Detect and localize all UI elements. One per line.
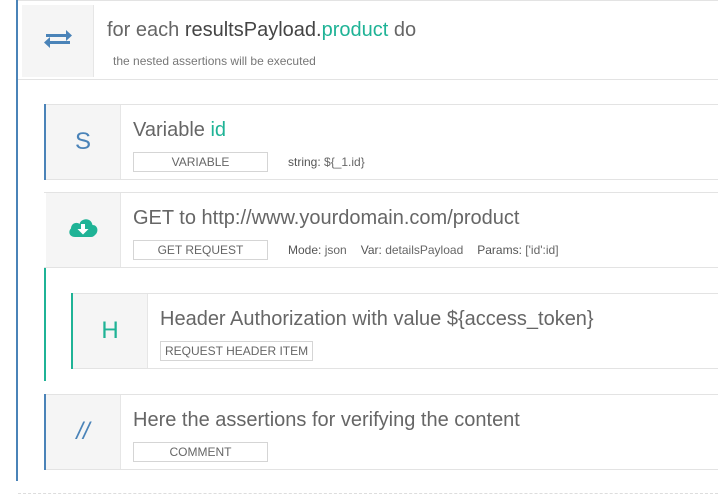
- step-meta: GET REQUEST Mode: json Var: detailsPaylo…: [133, 240, 559, 260]
- foreach-prefix: for each: [107, 19, 185, 41]
- request-header-step[interactable]: H Header Authorization with value ${acce…: [71, 293, 718, 369]
- step-meta: REQUEST HEADER ITEM: [160, 341, 314, 361]
- repeat-icon: [43, 28, 73, 55]
- step-type-badge: VARIABLE: [133, 152, 268, 172]
- param-key: Params:: [477, 243, 522, 257]
- step-meta: VARIABLE string: ${_1.id}: [133, 152, 365, 172]
- variable-name: id: [210, 119, 227, 141]
- foreach-collection: resultsPayload.: [184, 19, 322, 41]
- param-key: Mode:: [288, 243, 322, 257]
- step-title: Here the assertions for verifying the co…: [133, 409, 520, 431]
- step-type-badge: COMMENT: [133, 442, 268, 462]
- foreach-icon-cell: [22, 5, 94, 77]
- step-type-badge: GET REQUEST: [133, 240, 268, 260]
- param-key: string:: [288, 155, 321, 169]
- foreach-field: product: [321, 19, 389, 41]
- foreach-title: for each resultsPayload.product do: [107, 19, 416, 42]
- header-icon: H: [73, 294, 148, 368]
- param-key: Var:: [360, 243, 382, 257]
- step-title: Header Authorization with value ${access…: [160, 308, 594, 330]
- param-value: ${_1.id}: [324, 155, 365, 169]
- comment-step[interactable]: // Here the assertions for verifying the…: [44, 394, 718, 470]
- foreach-suffix: do: [388, 19, 417, 41]
- variable-icon: S: [46, 105, 121, 179]
- param: Mode: json: [288, 243, 347, 257]
- step-meta: COMMENT: [133, 442, 268, 462]
- param: Params: ['id':id]: [477, 243, 558, 257]
- drop-zone-divider: [18, 493, 718, 494]
- step-title: Variable id: [133, 119, 226, 142]
- foreach-subtitle: the nested assertions will be executed: [113, 54, 316, 68]
- param-value: json: [324, 243, 347, 257]
- comment-icon: //: [46, 395, 121, 469]
- step-title-prefix: Variable: [133, 119, 211, 141]
- param: string: ${_1.id}: [288, 155, 365, 169]
- assertion-editor: for each resultsPayload.product do the n…: [0, 0, 718, 497]
- cloud-download-icon: [67, 215, 99, 246]
- step-type-badge: REQUEST HEADER ITEM: [160, 341, 314, 361]
- variable-step[interactable]: S Variable id VARIABLE string: ${_1.id}: [44, 104, 718, 180]
- param-value: ['id':id]: [525, 243, 559, 257]
- step-title: GET to http://www.yourdomain.com/product: [133, 207, 520, 229]
- param-value: detailsPayload: [385, 243, 464, 257]
- get-icon-cell: [46, 193, 121, 267]
- param: Var: detailsPayload: [361, 243, 464, 257]
- foreach-step[interactable]: for each resultsPayload.product do the n…: [18, 0, 718, 80]
- get-request-step[interactable]: GET to http://www.yourdomain.com/product…: [44, 192, 718, 268]
